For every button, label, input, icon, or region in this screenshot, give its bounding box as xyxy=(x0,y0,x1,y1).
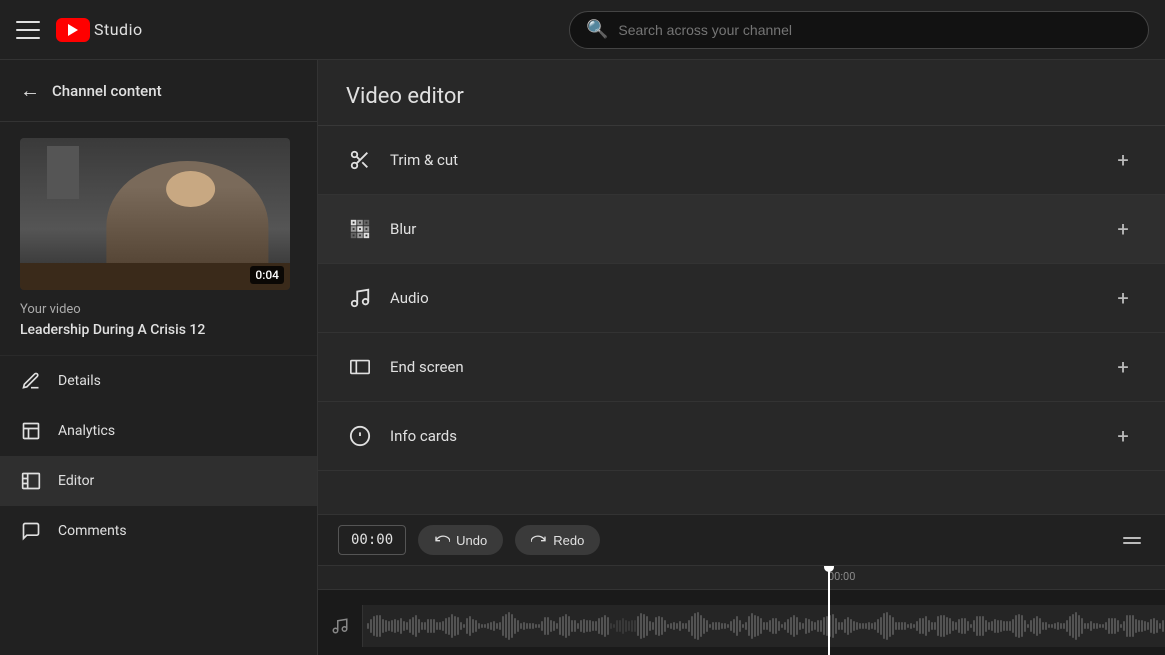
undo-label: Undo xyxy=(456,533,487,548)
tools-list: Trim & cut + xyxy=(318,125,1165,514)
channel-back-button[interactable]: ← Channel content xyxy=(0,60,317,122)
comments-icon xyxy=(20,520,42,542)
channel-content-label: Channel content xyxy=(52,82,162,100)
editor-label: Editor xyxy=(58,473,94,489)
waveform-bar xyxy=(363,605,1165,647)
search-icon: 🔍 xyxy=(586,19,608,40)
info-cards-add-btn[interactable]: + xyxy=(1109,422,1137,450)
timecode-display[interactable]: 00:00 xyxy=(338,525,406,555)
body-row: ← Channel content 0:04 Your video xyxy=(0,60,1165,655)
page-title: Video editor xyxy=(346,84,1137,109)
redo-label: Redo xyxy=(553,533,584,548)
tool-audio[interactable]: Audio + xyxy=(318,264,1165,333)
audio-icon xyxy=(346,284,374,312)
search-bar: 🔍 xyxy=(569,11,1149,49)
audio-track-icon xyxy=(318,605,363,647)
video-duration: 0:04 xyxy=(250,266,284,284)
trim-cut-label: Trim & cut xyxy=(390,151,1093,169)
video-info: Your video Leadership During A Crisis 12 xyxy=(20,302,297,339)
scene-head xyxy=(166,171,215,207)
sidebar-item-editor[interactable]: Editor xyxy=(0,456,317,506)
end-screen-add-btn[interactable]: + xyxy=(1109,353,1137,381)
sidebar: ← Channel content 0:04 Your video xyxy=(0,60,318,655)
timeline-area[interactable]: 00:00 01:00 xyxy=(318,565,1165,655)
audio-label: Audio xyxy=(390,289,1093,307)
main-content: Video editor Trim & cut + xyxy=(318,60,1165,655)
tool-blur[interactable]: Blur + xyxy=(318,195,1165,264)
video-title: Leadership During A Crisis 12 xyxy=(20,321,297,339)
info-cards-label: Info cards xyxy=(390,427,1093,445)
youtube-logo-icon xyxy=(56,18,90,42)
audio-track xyxy=(318,605,1165,647)
analytics-label: Analytics xyxy=(58,423,115,439)
your-video-label: Your video xyxy=(20,302,297,317)
sidebar-nav: Details Analytics Editor xyxy=(0,356,317,556)
logo-area[interactable]: Studio xyxy=(56,18,143,42)
details-label: Details xyxy=(58,373,101,389)
details-icon xyxy=(20,370,42,392)
timeline-ruler: 00:00 01:00 xyxy=(318,566,1165,590)
sidebar-item-comments[interactable]: Comments xyxy=(0,506,317,556)
hamburger-menu[interactable] xyxy=(16,18,40,42)
editor-tools: Trim & cut + xyxy=(318,125,1165,514)
ruler-mark-start: 00:00 xyxy=(828,570,855,583)
end-screen-label: End screen xyxy=(390,358,1093,376)
tool-trim-cut[interactable]: Trim & cut + xyxy=(318,126,1165,195)
video-thumbnail[interactable]: 0:04 xyxy=(20,138,290,290)
blur-add-btn[interactable]: + xyxy=(1109,215,1137,243)
end-screen-icon xyxy=(346,353,374,381)
audio-add-btn[interactable]: + xyxy=(1109,284,1137,312)
tool-info-cards[interactable]: Info cards + xyxy=(318,402,1165,471)
editor-icon xyxy=(20,470,42,492)
search-input[interactable] xyxy=(618,22,1132,38)
timeline-playhead[interactable] xyxy=(828,566,830,655)
app-header: Studio 🔍 xyxy=(0,0,1165,60)
undo-button[interactable]: Undo xyxy=(418,525,503,555)
comments-label: Comments xyxy=(58,523,127,539)
sidebar-item-analytics[interactable]: Analytics xyxy=(0,406,317,456)
timeline-content xyxy=(318,590,1165,655)
waveform-visual xyxy=(367,612,1161,640)
blur-label: Blur xyxy=(390,220,1093,238)
sidebar-item-details[interactable]: Details xyxy=(0,356,317,406)
trim-cut-icon xyxy=(346,146,374,174)
page-title-bar: Video editor xyxy=(318,60,1165,125)
info-cards-icon xyxy=(346,422,374,450)
playback-bar: 00:00 Undo Redo xyxy=(318,514,1165,565)
trim-cut-add-btn[interactable]: + xyxy=(1109,146,1137,174)
studio-label: Studio xyxy=(94,20,143,39)
analytics-icon xyxy=(20,420,42,442)
redo-button[interactable]: Redo xyxy=(515,525,600,555)
back-arrow-icon: ← xyxy=(20,78,40,103)
blur-icon xyxy=(346,215,374,243)
video-thumbnail-area: 0:04 Your video Leadership During A Cris… xyxy=(0,122,317,356)
scene-lamp xyxy=(47,146,79,199)
timeline-menu-button[interactable] xyxy=(1119,533,1145,548)
tool-end-screen[interactable]: End screen + xyxy=(318,333,1165,402)
